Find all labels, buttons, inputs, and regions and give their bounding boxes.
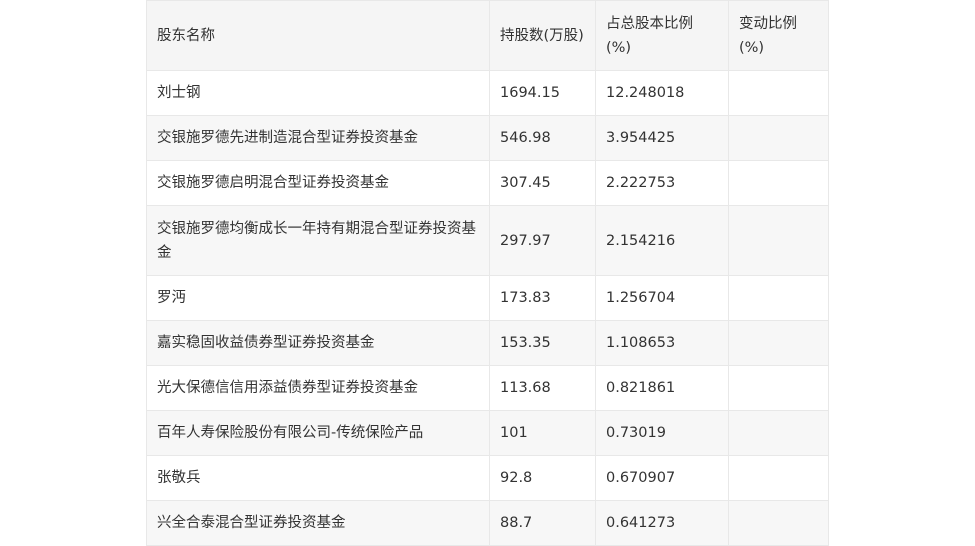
cell-shares: 173.83: [489, 275, 596, 321]
cell-shares: 88.7: [489, 500, 596, 546]
cell-shares: 546.98: [489, 115, 596, 161]
table-row: 兴全合泰混合型证券投资基金 88.7 0.641273: [146, 500, 829, 546]
cell-shares: 153.35: [489, 320, 596, 366]
cell-name: 刘士钢: [146, 70, 490, 116]
table-row: 嘉实稳固收益债券型证券投资基金 153.35 1.108653: [146, 320, 829, 366]
cell-change: [728, 365, 829, 411]
cell-change: [728, 205, 829, 276]
cell-change: [728, 275, 829, 321]
table-row: 交银施罗德均衡成长一年持有期混合型证券投资基金 297.97 2.154216: [146, 205, 829, 276]
cell-change: [728, 115, 829, 161]
cell-shares: 101: [489, 410, 596, 456]
header-row: 股东名称 持股数(万股) 占总股本比例(%) 变动比例(%): [146, 0, 829, 71]
cell-shares: 92.8: [489, 455, 596, 501]
cell-ratio: 0.821861: [595, 365, 729, 411]
cell-name: 交银施罗德先进制造混合型证券投资基金: [146, 115, 490, 161]
cell-name: 交银施罗德均衡成长一年持有期混合型证券投资基金: [146, 205, 490, 276]
cell-change: [728, 410, 829, 456]
cell-name: 光大保德信信用添益债券型证券投资基金: [146, 365, 490, 411]
cell-change: [728, 320, 829, 366]
cell-shares: 113.68: [489, 365, 596, 411]
table-row: 刘士钢 1694.15 12.248018: [146, 70, 829, 116]
cell-shares: 307.45: [489, 160, 596, 206]
header-share-ratio: 占总股本比例(%): [595, 0, 729, 71]
cell-ratio: 1.108653: [595, 320, 729, 366]
shareholder-table: 股东名称 持股数(万股) 占总股本比例(%) 变动比例(%) 刘士钢 1694.…: [146, 0, 829, 546]
cell-ratio: 0.670907: [595, 455, 729, 501]
cell-name: 嘉实稳固收益债券型证券投资基金: [146, 320, 490, 366]
table-row: 张敬兵 92.8 0.670907: [146, 455, 829, 501]
header-change-ratio: 变动比例(%): [728, 0, 829, 71]
cell-change: [728, 160, 829, 206]
table-row: 罗沔 173.83 1.256704: [146, 275, 829, 321]
cell-shares: 1694.15: [489, 70, 596, 116]
cell-name: 交银施罗德启明混合型证券投资基金: [146, 160, 490, 206]
cell-name: 罗沔: [146, 275, 490, 321]
table-row: 交银施罗德先进制造混合型证券投资基金 546.98 3.954425: [146, 115, 829, 161]
cell-name: 百年人寿保险股份有限公司-传统保险产品: [146, 410, 490, 456]
header-shares-held: 持股数(万股): [489, 0, 596, 71]
table-body: 刘士钢 1694.15 12.248018 交银施罗德先进制造混合型证券投资基金…: [146, 70, 829, 546]
table-row: 光大保德信信用添益债券型证券投资基金 113.68 0.821861: [146, 365, 829, 411]
cell-change: [728, 455, 829, 501]
cell-ratio: 0.73019: [595, 410, 729, 456]
cell-change: [728, 70, 829, 116]
table-row: 交银施罗德启明混合型证券投资基金 307.45 2.222753: [146, 160, 829, 206]
cell-ratio: 12.248018: [595, 70, 729, 116]
cell-shares: 297.97: [489, 205, 596, 276]
cell-ratio: 2.222753: [595, 160, 729, 206]
cell-name: 张敬兵: [146, 455, 490, 501]
cell-ratio: 3.954425: [595, 115, 729, 161]
header-shareholder-name: 股东名称: [146, 0, 490, 71]
cell-ratio: 2.154216: [595, 205, 729, 276]
cell-ratio: 0.641273: [595, 500, 729, 546]
cell-change: [728, 500, 829, 546]
table-header: 股东名称 持股数(万股) 占总股本比例(%) 变动比例(%): [146, 0, 829, 71]
cell-ratio: 1.256704: [595, 275, 729, 321]
table-row: 百年人寿保险股份有限公司-传统保险产品 101 0.73019: [146, 410, 829, 456]
cell-name: 兴全合泰混合型证券投资基金: [146, 500, 490, 546]
